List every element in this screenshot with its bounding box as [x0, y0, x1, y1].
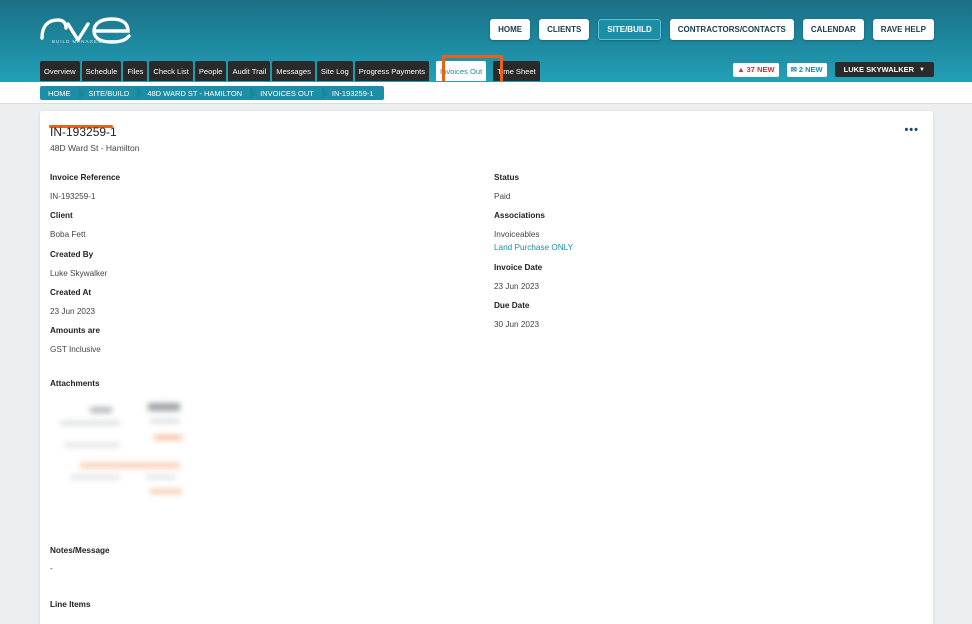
page-subtitle: 48D Ward St - Hamilton — [50, 143, 140, 153]
envelope-icon: ✉ — [790, 65, 797, 74]
client-label: Client — [50, 211, 73, 220]
notes-value: - — [50, 564, 53, 573]
status-value: Paid — [494, 192, 511, 201]
created-at-label: Created At — [50, 288, 92, 297]
top-navigation: HOME CLIENTS SITE/BUILD CONTRACTORS/CONT… — [490, 19, 934, 40]
logo-tagline: BUILD MANAGEMENT — [52, 39, 115, 44]
more-options-icon[interactable]: ••• — [904, 124, 919, 136]
breadcrumb-bar: HOME SITE/BUILD 48D WARD ST - HAMILTON I… — [0, 82, 972, 104]
notification-area: ▲ 37 NEW ✉ 2 NEW LUKE SKYWALKER ▼ — [733, 62, 934, 77]
breadcrumb-home[interactable]: HOME — [40, 86, 81, 100]
breadcrumb: HOME SITE/BUILD 48D WARD ST - HAMILTON I… — [40, 86, 384, 100]
created-at-value: 23 Jun 2023 — [50, 307, 96, 316]
invoice-date-value: 23 Jun 2023 — [494, 282, 540, 291]
land-purchase-link[interactable]: Land Purchase ONLY — [494, 243, 573, 252]
attachments-label: Attachments — [50, 379, 100, 388]
tab-people[interactable]: People — [194, 61, 227, 81]
alerts-badge[interactable]: ▲ 37 NEW — [733, 62, 779, 77]
status-label: Status — [494, 173, 520, 182]
line-items-label: Line Items — [50, 600, 91, 609]
nav-home-button[interactable]: HOME — [490, 19, 531, 40]
tab-messages[interactable]: Messages — [272, 61, 315, 81]
notes-label: Notes/Message — [50, 546, 110, 555]
user-menu-button[interactable]: LUKE SKYWALKER ▼ — [834, 62, 934, 77]
page-title: IN-193259-1 — [50, 125, 117, 139]
breadcrumb-site[interactable]: 48D WARD ST - HAMILTON — [137, 86, 252, 100]
nav-rave-help-button[interactable]: RAVE HELP — [872, 19, 934, 40]
associations-value: Invoiceables — [494, 230, 540, 239]
nav-contractors-button[interactable]: CONTRACTORS/CONTACTS — [669, 19, 794, 40]
nav-calendar-button[interactable]: CALENDAR — [802, 19, 864, 40]
attachment-thumbnail[interactable] — [50, 395, 190, 505]
tab-files[interactable]: Files — [123, 61, 148, 81]
tab-audit-trail[interactable]: Audit Trail — [228, 61, 271, 81]
tab-site-log[interactable]: Site Log — [316, 61, 353, 81]
amounts-are-label: Amounts are — [50, 326, 101, 335]
invoice-date-label: Invoice Date — [494, 263, 543, 272]
invoice-detail-card: IN-193259-1 48D Ward St - Hamilton ••• I… — [40, 111, 933, 624]
due-date-value: 30 Jun 2023 — [494, 320, 540, 329]
tab-overview[interactable]: Overview — [40, 61, 80, 81]
tab-schedule[interactable]: Schedule — [81, 61, 122, 81]
breadcrumb-invoice: IN-193259-1 — [321, 86, 384, 100]
due-date-label: Due Date — [494, 301, 530, 310]
tab-progress-payments[interactable]: Progress Payments — [354, 61, 430, 81]
amounts-are-value: GST Inclusive — [50, 345, 101, 354]
breadcrumb-site-build[interactable]: SITE/BUILD — [78, 86, 140, 100]
created-by-label: Created By — [50, 250, 94, 259]
messages-badge[interactable]: ✉ 2 NEW — [786, 62, 827, 77]
client-value: Boba Fett — [50, 230, 86, 239]
app-header: BUILD MANAGEMENT HOME CLIENTS SITE/BUILD… — [0, 0, 972, 86]
nav-site-build-button[interactable]: SITE/BUILD — [598, 19, 661, 40]
warning-icon: ▲ — [737, 65, 745, 74]
tab-check-list[interactable]: Check List — [149, 61, 193, 81]
created-by-value: Luke Skywalker — [50, 269, 108, 278]
breadcrumb-invoices-out[interactable]: INVOICES OUT — [250, 86, 324, 100]
invoice-reference-label: Invoice Reference — [50, 173, 121, 182]
associations-label: Associations — [494, 211, 545, 220]
nav-clients-button[interactable]: CLIENTS — [539, 19, 590, 40]
invoice-reference-value: IN-193259-1 — [50, 192, 96, 201]
caret-down-icon: ▼ — [919, 66, 925, 73]
